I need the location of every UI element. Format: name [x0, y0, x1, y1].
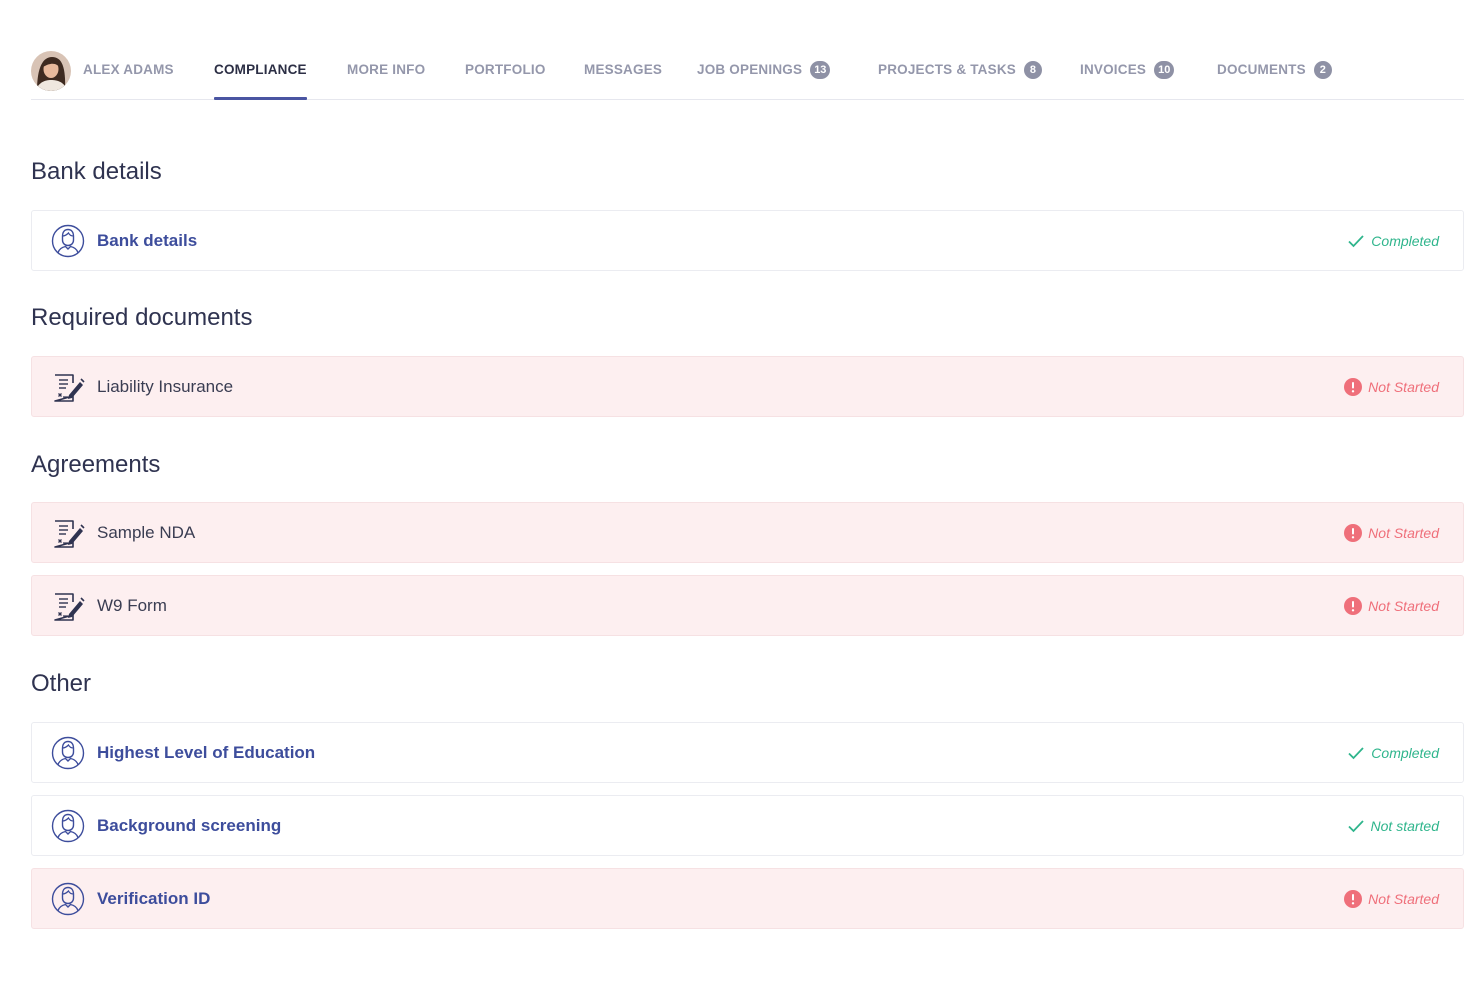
- tab-label: PROJECTS & TASKS: [878, 62, 1016, 77]
- status-text: Not Started: [1368, 524, 1439, 541]
- alert-icon: [1344, 889, 1363, 908]
- status-text: Not started: [1370, 817, 1439, 834]
- status-badge: Not Started: [1344, 576, 1439, 635]
- alert-icon: [1344, 596, 1363, 615]
- status-text: Completed: [1371, 744, 1439, 761]
- section-title-other: Other: [31, 670, 92, 697]
- item-label: Verification ID: [97, 889, 211, 908]
- compliance-item-sample-nda[interactable]: Sample NDA Not Started: [31, 502, 1464, 563]
- status-badge: Not started: [1347, 796, 1439, 855]
- profile-tab-bar: ALEX ADAMS COMPLIANCE MORE INFO PORTFOLI…: [31, 48, 1464, 100]
- compliance-item-bank-details[interactable]: Bank details Completed: [31, 210, 1464, 271]
- tab-projects-tasks[interactable]: PROJECTS & TASKS 8: [878, 48, 1042, 99]
- item-label: W9 Form: [97, 596, 167, 615]
- tab-documents[interactable]: DOCUMENTS 2: [1217, 48, 1332, 99]
- person-id-icon: [51, 809, 85, 843]
- item-label: Liability Insurance: [97, 377, 234, 396]
- tab-label: PORTFOLIO: [465, 62, 546, 77]
- checkmark-icon: [1348, 746, 1364, 759]
- tab-label: INVOICES: [1080, 62, 1147, 77]
- checkmark-icon: [1347, 819, 1364, 832]
- document-sign-icon: [54, 520, 85, 548]
- person-id-icon: [51, 736, 85, 770]
- status-badge: Completed: [1347, 211, 1439, 270]
- status-badge: Completed: [1347, 723, 1439, 782]
- person-id-icon: [51, 882, 85, 916]
- status-text: Not Started: [1368, 597, 1439, 614]
- tab-label: MORE INFO: [347, 62, 426, 77]
- tab-profile-name[interactable]: ALEX ADAMS: [83, 48, 174, 99]
- compliance-item-w9-form[interactable]: W9 Form Not Started: [31, 575, 1464, 636]
- section-title-agreements: Agreements: [31, 451, 161, 478]
- tab-messages[interactable]: MESSAGES: [584, 48, 662, 99]
- alert-icon: [1344, 377, 1363, 396]
- item-label: Sample NDA: [97, 523, 196, 542]
- person-id-icon: [51, 224, 85, 258]
- compliance-item-highest-level-of-education[interactable]: Highest Level of Education Completed: [31, 722, 1464, 783]
- tab-more-info[interactable]: MORE INFO: [347, 48, 425, 99]
- compliance-item-background-screening[interactable]: Background screening Not started: [31, 795, 1464, 856]
- tab-invoices[interactable]: INVOICES 10: [1080, 48, 1175, 99]
- compliance-item-verification-id[interactable]: Verification ID Not Started: [31, 868, 1464, 929]
- tab-label: JOB OPENINGS: [697, 62, 803, 77]
- status-badge: Not Started: [1344, 503, 1439, 562]
- count-badge: 13: [810, 60, 831, 79]
- tab-label: COMPLIANCE: [214, 62, 307, 77]
- status-text: Not Started: [1368, 378, 1439, 395]
- count-badge: 10: [1154, 60, 1175, 79]
- count-badge: 8: [1023, 60, 1042, 79]
- item-label: Background screening: [97, 816, 282, 835]
- status-badge: Not Started: [1344, 357, 1439, 416]
- status-text: Completed: [1371, 232, 1439, 249]
- tab-job-openings[interactable]: JOB OPENINGS 13: [697, 48, 831, 99]
- profile-name: ALEX ADAMS: [83, 62, 174, 77]
- document-sign-icon: [54, 593, 85, 621]
- tab-compliance[interactable]: COMPLIANCE: [214, 48, 307, 100]
- section-title-bank-details: Bank details: [31, 158, 162, 185]
- count-badge: 2: [1313, 60, 1332, 79]
- tab-label: MESSAGES: [584, 62, 663, 77]
- checkmark-icon: [1348, 234, 1364, 247]
- item-label: Highest Level of Education: [97, 743, 316, 762]
- status-text: Not Started: [1368, 890, 1439, 907]
- section-title-required-documents: Required documents: [31, 304, 253, 331]
- alert-icon: [1344, 523, 1363, 542]
- tab-portfolio[interactable]: PORTFOLIO: [465, 48, 546, 99]
- status-badge: Not Started: [1344, 869, 1439, 928]
- avatar[interactable]: [31, 51, 71, 91]
- compliance-item-liability-insurance[interactable]: Liability Insurance Not Started: [31, 356, 1464, 417]
- document-sign-icon: [54, 374, 85, 402]
- tab-label: DOCUMENTS: [1217, 62, 1306, 77]
- item-label: Bank details: [97, 231, 198, 250]
